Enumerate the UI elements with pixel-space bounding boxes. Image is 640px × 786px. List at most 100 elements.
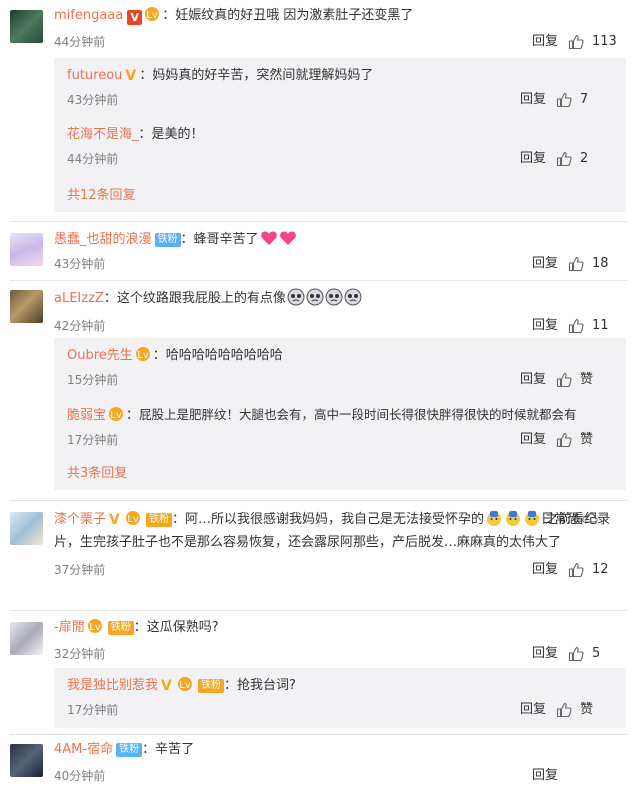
more-replies-link[interactable]: 共3条回复 xyxy=(67,464,127,484)
comment-text: 辛苦了 xyxy=(155,742,195,757)
timestamp: 17分钟前 xyxy=(67,433,119,447)
username-link[interactable]: -扉閒 xyxy=(54,620,85,635)
svg-text:Lv: Lv xyxy=(179,680,191,691)
reply-button[interactable]: 回复 xyxy=(520,149,546,169)
reply-item: 我是独比别惹我 V Lv 铁粉 ：抢我台词? 17分钟前 回复 赞 xyxy=(67,676,616,720)
crying-emoji-icon xyxy=(306,288,324,306)
level-badge-icon: Lv xyxy=(108,406,126,422)
fan-badge: 铁粉 xyxy=(154,233,181,247)
reply-button[interactable]: 回复 xyxy=(520,90,546,110)
more-replies-link[interactable]: 共12条回复 xyxy=(67,186,136,206)
svg-text:Lv: Lv xyxy=(127,514,139,525)
avatar[interactable] xyxy=(10,233,43,266)
fan-badge: 铁粉 xyxy=(198,679,225,693)
thumbs-up-icon xyxy=(556,702,572,718)
like-button[interactable]: 7 xyxy=(556,90,616,110)
timestamp: 44分钟前 xyxy=(54,35,106,49)
like-count: 18 xyxy=(592,256,609,271)
divider xyxy=(10,734,628,735)
thumbs-up-icon xyxy=(568,318,584,334)
divider xyxy=(10,280,628,281)
reply-text: 哈哈哈哈哈哈哈哈哈 xyxy=(165,348,283,363)
thumbs-up-icon xyxy=(556,92,572,108)
reply-text: 屁股上是肥胖纹！大腿也会有，高中一段时间长得很快胖得很快的时候就都会有 xyxy=(139,407,577,422)
timestamp: 40分钟前 xyxy=(54,769,106,783)
like-button[interactable]: 12 xyxy=(568,560,628,580)
verified-red-icon: V xyxy=(127,10,143,25)
like-button[interactable]: 赞 xyxy=(556,430,616,450)
reply-text: 是美的！ xyxy=(151,127,204,142)
reply-button[interactable]: 回复 xyxy=(532,766,558,786)
reply-button[interactable]: 回复 xyxy=(532,560,558,580)
username-link[interactable]: mifengaaa xyxy=(54,8,123,23)
like-count: 7 xyxy=(580,92,589,107)
thumbs-up-icon xyxy=(568,256,584,272)
like-count: 12 xyxy=(592,562,609,577)
timestamp: 37分钟前 xyxy=(54,563,106,577)
username-link[interactable]: 脆弱宝 xyxy=(67,408,106,423)
heart-emoji-icon xyxy=(260,229,278,247)
verified-yellow-icon: V xyxy=(161,678,172,694)
fan-badge: 铁粉 xyxy=(107,621,134,635)
thumbs-up-icon xyxy=(556,432,572,448)
reply-button[interactable]: 回复 xyxy=(520,700,546,720)
divider xyxy=(10,610,628,611)
avatar[interactable] xyxy=(10,512,43,545)
username-link[interactable]: 我是独比别惹我 xyxy=(67,678,158,693)
username-link[interactable]: 愚蠢_也甜的浪漫 xyxy=(54,232,152,247)
username-link[interactable]: 漆个栗子 xyxy=(54,512,106,527)
like-count: 赞 xyxy=(580,372,594,387)
reply-button[interactable]: 回复 xyxy=(520,370,546,390)
avatar[interactable] xyxy=(10,290,43,323)
thumbs-up-icon xyxy=(568,562,584,578)
username-link[interactable]: aLEIzzZ xyxy=(54,291,104,306)
reply-button[interactable]: 回复 xyxy=(532,32,558,52)
heart-emoji-icon xyxy=(279,229,297,247)
reply-button[interactable]: 回复 xyxy=(532,316,558,336)
sweat-emoji-icon xyxy=(485,509,503,527)
reply-box: 我是独比别惹我 V Lv 铁粉 ：抢我台词? 17分钟前 回复 赞 xyxy=(54,668,626,728)
like-count: 11 xyxy=(592,318,609,333)
reply-item: Oubre先生 Lv ：哈哈哈哈哈哈哈哈哈 15分钟前 回复 赞 xyxy=(67,346,616,390)
avatar[interactable] xyxy=(10,744,43,777)
like-button[interactable]: 赞 xyxy=(556,370,616,390)
thumbs-up-icon xyxy=(568,646,584,662)
reply-button[interactable]: 回复 xyxy=(520,430,546,450)
like-button[interactable]: 11 xyxy=(568,316,628,336)
level-badge-icon: Lv xyxy=(177,676,195,692)
like-button[interactable]: 5 xyxy=(568,644,628,664)
reply-button[interactable]: 回复 xyxy=(532,644,558,664)
reply-text: 抢我台词? xyxy=(237,678,296,693)
reply-button[interactable]: 回复 xyxy=(532,254,558,274)
username-link[interactable]: futureou xyxy=(67,68,122,83)
username-link[interactable]: 花海不是海_ xyxy=(67,127,139,142)
thumbs-up-icon xyxy=(568,34,584,50)
username-link[interactable]: Oubre先生 xyxy=(67,348,133,363)
comment-text: 阿…所以我很感谢我妈妈，我自己是无法接受怀孕的 xyxy=(185,512,485,527)
comment-text: 这瓜保熟吗? xyxy=(146,620,219,635)
timestamp: 42分钟前 xyxy=(54,319,106,333)
divider xyxy=(10,221,628,222)
avatar[interactable] xyxy=(10,10,43,43)
like-count: 赞 xyxy=(580,432,594,447)
comment-text: 这个纹路跟我屁股上的有点像 xyxy=(116,291,286,306)
timestamp: 43分钟前 xyxy=(67,93,119,107)
comment-text: 妊娠纹真的好丑哦 因为激素肚子还变黑了 xyxy=(175,8,414,23)
timestamp: 44分钟前 xyxy=(67,152,119,166)
svg-text:Lv: Lv xyxy=(89,622,101,633)
reply-item: futureou V ：妈妈真的好辛苦，突然间就理解妈妈了 43分钟前 回复 7 xyxy=(67,66,616,110)
like-button[interactable]: 赞 xyxy=(556,700,616,720)
sweat-emoji-icon xyxy=(523,509,541,527)
fan-badge: 铁粉 xyxy=(146,513,173,527)
svg-text:Lv: Lv xyxy=(137,350,149,361)
avatar[interactable] xyxy=(10,622,43,655)
timestamp: 43分钟前 xyxy=(54,257,106,271)
like-count: 5 xyxy=(592,646,601,661)
comment-text: 蜂哥辛苦了 xyxy=(193,232,259,247)
like-button[interactable]: 113 xyxy=(568,32,628,52)
like-button[interactable]: 2 xyxy=(556,149,616,169)
level-badge-icon: Lv xyxy=(125,510,143,526)
sweat-emoji-icon xyxy=(504,509,522,527)
like-button[interactable]: 18 xyxy=(568,254,628,274)
username-link[interactable]: 4AM-宿命 xyxy=(54,742,113,757)
